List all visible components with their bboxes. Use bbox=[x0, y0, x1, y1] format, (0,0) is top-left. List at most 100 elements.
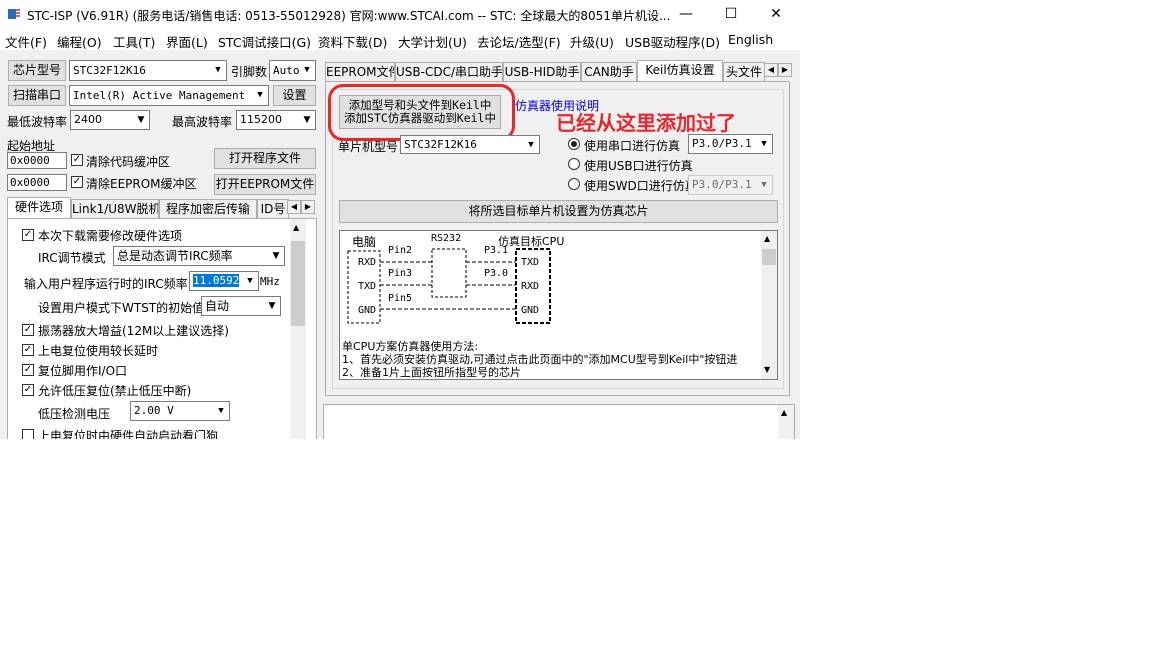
right-tab-scroll-left-icon[interactable]: ◀ bbox=[764, 63, 778, 77]
menu-usb-driver[interactable]: USB驱动程序(D) bbox=[625, 32, 720, 51]
tab-usb-cdc-serial[interactable]: USB-CDC/串口助手 bbox=[395, 62, 503, 81]
port-select[interactable]: Intel(R) Active Management Te ▼ bbox=[69, 85, 269, 106]
diagram-scroll-thumb[interactable] bbox=[762, 249, 776, 265]
tab-scroll-right-icon[interactable]: ▶ bbox=[301, 200, 315, 214]
port-value: Intel(R) Active Management Te bbox=[73, 89, 266, 102]
code-start-address-input[interactable]: 0x0000 bbox=[7, 152, 67, 169]
auto-watchdog-label: 上电复位时由硬件自动启动看门狗 bbox=[38, 429, 219, 439]
eeprom-start-address-input[interactable]: 0x0000 bbox=[7, 174, 67, 191]
irc-mode-label: IRC调节模式 bbox=[38, 251, 106, 265]
swd-emulation-radio[interactable] bbox=[568, 178, 580, 190]
tab-encrypted-transfer[interactable]: 程序加密后传输 bbox=[159, 199, 257, 218]
scroll-up-icon[interactable]: ▲ bbox=[293, 223, 299, 232]
menu-forum[interactable]: 去论坛/选型(F) bbox=[477, 32, 561, 51]
tab-hardware-options[interactable]: 硬件选项 bbox=[7, 197, 71, 218]
wtst-select[interactable]: 自动 ▼ bbox=[201, 296, 281, 316]
scroll-up-icon[interactable]: ▲ bbox=[781, 408, 787, 417]
diagram-rs232-label: RS232 bbox=[431, 233, 462, 244]
serial-port-value: P3.0/P3.1 bbox=[692, 137, 752, 150]
lvd-select[interactable]: 2.00 V ▼ bbox=[130, 401, 230, 421]
scroll-down-icon[interactable]: ▼ bbox=[764, 365, 770, 374]
chevron-down-icon: ▼ bbox=[299, 61, 315, 80]
irc-frequency-label: 输入用户程序运行时的IRC频率 bbox=[24, 277, 188, 291]
irc-frequency-select[interactable]: 11.0592 ▼ bbox=[189, 271, 259, 291]
low-voltage-reset-checkbox[interactable]: ✓ bbox=[22, 384, 34, 396]
tab-header-file[interactable]: 头文件 bbox=[723, 62, 765, 81]
mcu-model-label: 单片机型号 bbox=[338, 140, 399, 154]
chevron-down-icon: ▼ bbox=[133, 111, 149, 129]
usage-notes: 单CPU方案仿真器使用方法: 1、首先必须安装仿真驱动,可通过点击此页面中的"添… bbox=[342, 338, 760, 378]
tab-id-number[interactable]: ID号 bbox=[257, 199, 289, 218]
irc-mode-select[interactable]: 总是动态调节IRC频率 ▼ bbox=[113, 246, 285, 266]
settings-button[interactable]: 设置 bbox=[273, 85, 316, 106]
tab-can[interactable]: CAN助手 bbox=[581, 62, 637, 81]
clear-code-checkbox[interactable]: ✓ bbox=[71, 154, 83, 166]
menu-university[interactable]: 大学计划(U) bbox=[398, 32, 467, 51]
right-tab-strip: EEPROM文件 USB-CDC/串口助手 USB-HID助手 CAN助手 Ke… bbox=[325, 60, 795, 82]
usage-note-step2: 2、准备1片上面按钮所指型号的芯片 bbox=[342, 366, 521, 378]
tab-keil-emulation[interactable]: Keil仿真设置 bbox=[637, 60, 723, 81]
chevron-down-icon: ▼ bbox=[213, 402, 229, 420]
scan-port-button[interactable]: 扫描串口 bbox=[8, 85, 66, 106]
set-as-emulator-button[interactable]: 将所选目标单片机设置为仿真芯片 bbox=[339, 200, 778, 223]
min-baud-label: 最低波特率 bbox=[7, 115, 68, 129]
chevron-down-icon: ▼ bbox=[210, 61, 226, 80]
diagram-cpu-rxd: RXD bbox=[521, 281, 540, 292]
diagram-p31: P3.1 bbox=[484, 245, 509, 256]
clear-eeprom-label: 清除EEPROM缓冲区 bbox=[86, 177, 197, 191]
annotation-text: 已经从这里添加过了 bbox=[556, 111, 736, 135]
open-eeprom-button[interactable]: 打开EEPROM文件 bbox=[214, 174, 316, 195]
title-bar: STC-ISP (V6.91R) (服务电话/销售电话: 0513-550129… bbox=[0, 0, 800, 29]
right-tab-scroll-right-icon[interactable]: ▶ bbox=[778, 63, 792, 77]
chevron-down-icon: ▼ bbox=[242, 272, 258, 290]
chevron-down-icon: ▼ bbox=[299, 111, 315, 129]
stc-isp-window: STC-ISP (V6.91R) (服务电话/销售电话: 0513-550129… bbox=[0, 0, 800, 439]
tab-eeprom-file[interactable]: EEPROM文件 bbox=[325, 62, 395, 81]
tab-scroll-left-icon[interactable]: ◀ bbox=[287, 200, 301, 214]
menu-downloads[interactable]: 资料下载(D) bbox=[318, 32, 387, 51]
output-log-box[interactable]: ▲ bbox=[323, 404, 795, 439]
tab-link1-offline[interactable]: Link1/U8W脱机 bbox=[71, 199, 159, 218]
tab-usb-hid[interactable]: USB-HID助手 bbox=[503, 62, 581, 81]
open-program-button[interactable]: 打开程序文件 bbox=[214, 148, 316, 169]
menu-tools[interactable]: 工具(T) bbox=[113, 32, 155, 51]
diagram-p30: P3.0 bbox=[484, 268, 509, 279]
min-baud-select[interactable]: 2400 ▼ bbox=[70, 110, 150, 130]
close-button[interactable]: ✕ bbox=[753, 0, 799, 29]
menu-interface[interactable]: 界面(L) bbox=[166, 32, 208, 51]
max-baud-select[interactable]: 115200 ▼ bbox=[236, 110, 316, 130]
pin-count-select[interactable]: Auto ▼ bbox=[269, 60, 316, 81]
modify-hw-options-label: 本次下载需要修改硬件选项 bbox=[38, 229, 183, 243]
long-reset-delay-checkbox[interactable]: ✓ bbox=[22, 344, 34, 356]
menu-debug-interface[interactable]: STC调试接口(G) bbox=[218, 32, 311, 51]
window-title: STC-ISP (V6.91R) (服务电话/销售电话: 0513-550129… bbox=[27, 9, 671, 23]
osc-gain-checkbox[interactable]: ✓ bbox=[22, 324, 34, 336]
stc-app-icon bbox=[8, 9, 20, 19]
diagram-scrollbar[interactable]: ▲ ▼ bbox=[761, 231, 777, 379]
serial-emulation-label: 使用串口进行仿真 bbox=[584, 139, 681, 153]
menu-program[interactable]: 编程(O) bbox=[57, 32, 102, 51]
menu-file[interactable]: 文件(F) bbox=[5, 32, 47, 51]
serial-port-select[interactable]: P3.0/P3.1 ▼ bbox=[688, 134, 773, 154]
serial-emulation-radio[interactable] bbox=[568, 138, 580, 150]
chip-model-select[interactable]: STC32F12K16 ▼ bbox=[69, 60, 227, 81]
chip-model-button[interactable]: 芯片型号 bbox=[8, 60, 66, 81]
options-scrollbar[interactable]: ▲ bbox=[290, 219, 306, 439]
output-scrollbar[interactable]: ▲ bbox=[778, 405, 794, 439]
modify-hw-options-checkbox[interactable]: ✓ bbox=[22, 229, 34, 241]
auto-watchdog-checkbox[interactable] bbox=[22, 429, 34, 439]
usb-emulation-radio[interactable] bbox=[568, 158, 580, 170]
chevron-down-icon: ▼ bbox=[523, 136, 539, 153]
minimize-button[interactable]: — bbox=[663, 0, 709, 29]
menu-english[interactable]: English bbox=[728, 32, 773, 47]
scroll-up-icon[interactable]: ▲ bbox=[764, 234, 770, 243]
maximize-button[interactable]: ☐ bbox=[708, 0, 754, 29]
menu-upgrade[interactable]: 升级(U) bbox=[570, 32, 614, 51]
diagram-pc-gnd: GND bbox=[358, 305, 377, 316]
reset-pin-io-checkbox[interactable]: ✓ bbox=[22, 364, 34, 376]
scroll-thumb[interactable] bbox=[291, 241, 305, 326]
highlight-ring bbox=[328, 84, 515, 141]
mcu-model-select[interactable]: STC32F12K16 ▼ bbox=[400, 135, 540, 154]
swd-emulation-label: 使用SWD口进行仿真 bbox=[584, 179, 697, 193]
clear-eeprom-checkbox[interactable]: ✓ bbox=[71, 176, 83, 188]
